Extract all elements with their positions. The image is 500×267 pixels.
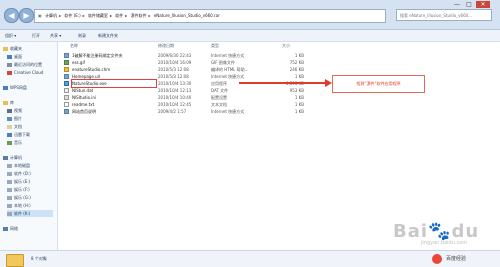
shortcut-icon bbox=[64, 109, 69, 114]
watermark-logo: Bai🐾du bbox=[393, 221, 480, 242]
file-row[interactable]: readme.txt 2010/10/4 12:45 文本文档 1 KB bbox=[64, 101, 330, 108]
desktop-icon bbox=[7, 55, 12, 59]
download-icon bbox=[7, 133, 12, 137]
shortcut-icon bbox=[64, 74, 69, 79]
picture-icon bbox=[7, 117, 12, 121]
open-button[interactable]: 打开 bbox=[32, 32, 40, 39]
status-bar: 8 个对象 百度经验 bbox=[0, 250, 500, 267]
maximize-button[interactable]: □ bbox=[464, 1, 474, 8]
document-icon bbox=[7, 125, 12, 129]
text-file-icon bbox=[64, 102, 69, 107]
drive-icon bbox=[7, 204, 12, 208]
drive-icon bbox=[7, 164, 12, 168]
file-list: 名称 修改日期 类型 大小 1破解不能注册码绑定文件夹 2009/6/30 22… bbox=[58, 42, 500, 250]
sidebar-item-documents[interactable]: 文档 bbox=[7, 123, 22, 130]
sidebar-item-drive-k[interactable]: 软件 (K:) bbox=[7, 210, 53, 217]
sidebar-item-computer[interactable]: 计算机 bbox=[3, 154, 22, 161]
sidebar-item-music[interactable]: 音乐 bbox=[7, 139, 22, 146]
sidebar-item-drive-e[interactable]: 娱乐 (E:) bbox=[7, 178, 30, 185]
sidebar-item-drive-g[interactable]: 娱乐 (G:) bbox=[7, 194, 31, 201]
breadcrumb-0[interactable]: 计算机 bbox=[45, 13, 57, 18]
column-header-type[interactable]: 类型 bbox=[211, 42, 219, 50]
sidebar-item-creative-cloud[interactable]: Creative Cloud bbox=[7, 69, 43, 76]
address-bar[interactable]: ▣ 计算机 ▸ 软件 (E:) ▸ 软件储藏室 ▸ 软件 ▸ 漂件软件 ▸ eNature… bbox=[34, 9, 386, 23]
sidebar-item-library[interactable]: 库 bbox=[3, 99, 14, 106]
music-icon bbox=[7, 141, 12, 145]
paw-icon: 🐾 bbox=[428, 221, 452, 242]
back-button[interactable]: ◀ bbox=[4, 8, 19, 23]
video-icon bbox=[7, 109, 12, 113]
navigation-pane: 收藏夹 桌面 最近访问的位置 Creative Cloud WPS网盘 库 视频… bbox=[0, 42, 58, 250]
network-icon bbox=[3, 227, 8, 231]
sidebar-item-network[interactable]: 网络 bbox=[3, 225, 18, 232]
drive-icon bbox=[7, 212, 12, 216]
sidebar-item-drive-h[interactable]: 本地 (H:) bbox=[7, 202, 31, 209]
help-file-icon bbox=[64, 67, 69, 72]
star-icon bbox=[3, 47, 8, 51]
sidebar-item-desktop[interactable]: 桌面 bbox=[7, 53, 22, 60]
recent-icon bbox=[7, 63, 12, 67]
corner-watermark: 百度经验 bbox=[446, 256, 467, 262]
library-icon bbox=[3, 101, 8, 105]
image-file-icon bbox=[64, 60, 69, 65]
column-header-date[interactable]: 修改日期 bbox=[158, 42, 174, 50]
arrow-head-icon bbox=[325, 79, 332, 87]
sidebar-item-favorites[interactable]: 收藏夹 bbox=[3, 45, 22, 52]
app-icon bbox=[64, 81, 69, 86]
breadcrumb-3[interactable]: 软件 bbox=[115, 13, 123, 18]
breadcrumb-5[interactable]: eNature_Illusion_Studio_v660.rar bbox=[154, 13, 220, 18]
window-titlebar: — □ ✕ ◀ ▶ ▣ 计算机 ▸ 软件 (E:) ▸ 软件储藏室 ▸ 软件 ▸ 漂件软… bbox=[0, 0, 500, 30]
minimize-button[interactable]: — bbox=[452, 1, 462, 8]
computer-icon bbox=[3, 156, 8, 160]
folder-icon bbox=[6, 254, 24, 267]
sidebar-item-pictures[interactable]: 图片 bbox=[7, 115, 22, 122]
sidebar-item-thunder[interactable]: 迅雷下载 bbox=[7, 131, 30, 138]
column-header-size[interactable]: 大小 bbox=[282, 42, 290, 50]
share-button[interactable]: 共享 ▾ bbox=[50, 32, 61, 39]
file-row[interactable]: ess.gif 2010/10/4 16:09 GIF 图像文件 752 KB bbox=[64, 59, 330, 66]
file-row[interactable]: NlSItudio.ini 2010/10/4 10:40 配置设置 1 KB bbox=[64, 94, 330, 101]
column-header-name[interactable]: 名称 bbox=[70, 42, 78, 50]
burn-button[interactable]: 刻录 bbox=[78, 32, 86, 39]
item-count: 8 个对象 bbox=[31, 256, 47, 261]
baidu-paw-icon bbox=[432, 254, 442, 264]
creative-cloud-icon bbox=[7, 71, 12, 75]
drive-icon bbox=[7, 188, 12, 192]
watermark-url: jingyan.baidu.com bbox=[421, 240, 468, 246]
breadcrumb-4[interactable]: 漂件软件 bbox=[131, 13, 147, 18]
file-row[interactable]: NlStun.dat 2010/10/4 12:13 DAT 文件 953 KB bbox=[64, 87, 330, 94]
sidebar-item-wps[interactable]: WPS网盘 bbox=[3, 84, 27, 91]
new-folder-button[interactable]: 新建文件夹 bbox=[98, 32, 118, 39]
close-button[interactable]: ✕ bbox=[476, 1, 490, 8]
organize-button[interactable]: 组织 ▾ bbox=[5, 32, 16, 39]
cloud-icon bbox=[3, 86, 8, 90]
sidebar-item-drive-f[interactable]: 娱乐 (F:) bbox=[7, 186, 30, 193]
drive-icon bbox=[7, 196, 12, 200]
drive-icon bbox=[7, 180, 12, 184]
sidebar-item-recent[interactable]: 最近访问的位置 bbox=[7, 61, 42, 68]
annotation-callout: 找到“漂件”软件应用程序 bbox=[332, 75, 425, 93]
sidebar-item-drive-c[interactable]: 本地磁盘 bbox=[7, 162, 30, 169]
data-file-icon bbox=[64, 88, 69, 93]
settings-file-icon bbox=[64, 95, 69, 100]
breadcrumb-1[interactable]: 软件 (E:) bbox=[64, 13, 80, 18]
annotation-arrow bbox=[239, 82, 327, 84]
breadcrumb-2[interactable]: 软件储藏室 bbox=[88, 13, 108, 18]
command-toolbar: 组织 ▾ 打开 共享 ▾ 刻录 新建文件夹 bbox=[0, 30, 500, 42]
search-input[interactable]: 搜索 eNature_Illusion_Studio_v660... bbox=[396, 9, 492, 21]
computer-icon: ▣ bbox=[38, 13, 42, 18]
file-row[interactable]: enatureStudio.chm 2010/5/3 12:08 编译的 HTM… bbox=[64, 66, 330, 73]
sidebar-item-videos[interactable]: 视频 bbox=[7, 107, 22, 114]
forward-button[interactable]: ▶ bbox=[19, 8, 34, 23]
shortcut-icon bbox=[64, 53, 69, 58]
file-row[interactable]: 1破解不能注册码绑定文件夹 2009/6/30 22:43 Internet 快… bbox=[64, 52, 330, 59]
file-row[interactable]: Homepage.url 2010/5/3 12:08 Internet 快捷方… bbox=[64, 73, 330, 80]
sidebar-item-drive-d[interactable]: 软件 (D:) bbox=[7, 170, 31, 177]
file-row[interactable]: 网站首页说明 2009/4/2 1:57 Internet 快捷方式 1 KB bbox=[64, 108, 330, 115]
drive-icon bbox=[7, 172, 12, 176]
